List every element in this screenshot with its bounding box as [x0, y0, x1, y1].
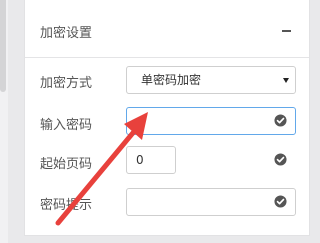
check-circle-icon [274, 153, 287, 166]
check-circle-icon [274, 114, 287, 127]
chevron-down-icon [283, 78, 289, 83]
panel-title: 加密设置 [40, 26, 93, 41]
encryption-method-select[interactable]: 单密码加密 [126, 66, 296, 94]
scrollbar-thumb[interactable] [0, 0, 6, 92]
start-page-label: 起始页码 [40, 157, 93, 172]
minus-icon[interactable] [282, 30, 291, 32]
password-input[interactable] [126, 107, 296, 135]
panel-header[interactable]: 加密设置 [25, 0, 309, 58]
password-label: 输入密码 [40, 118, 93, 133]
scrollbar-track[interactable] [0, 0, 8, 243]
check-circle-icon [274, 195, 287, 208]
password-hint-input[interactable] [126, 188, 296, 216]
start-page-value: 0 [136, 153, 144, 167]
encryption-settings-panel: 加密设置 加密方式 单密码加密 输入密码 起始页码 0 密码提示 [24, 0, 310, 236]
password-hint-label: 密码提示 [40, 198, 93, 213]
start-page-input[interactable]: 0 [126, 146, 176, 174]
encryption-method-selected: 单密码加密 [141, 73, 202, 87]
encryption-method-label: 加密方式 [40, 76, 93, 91]
